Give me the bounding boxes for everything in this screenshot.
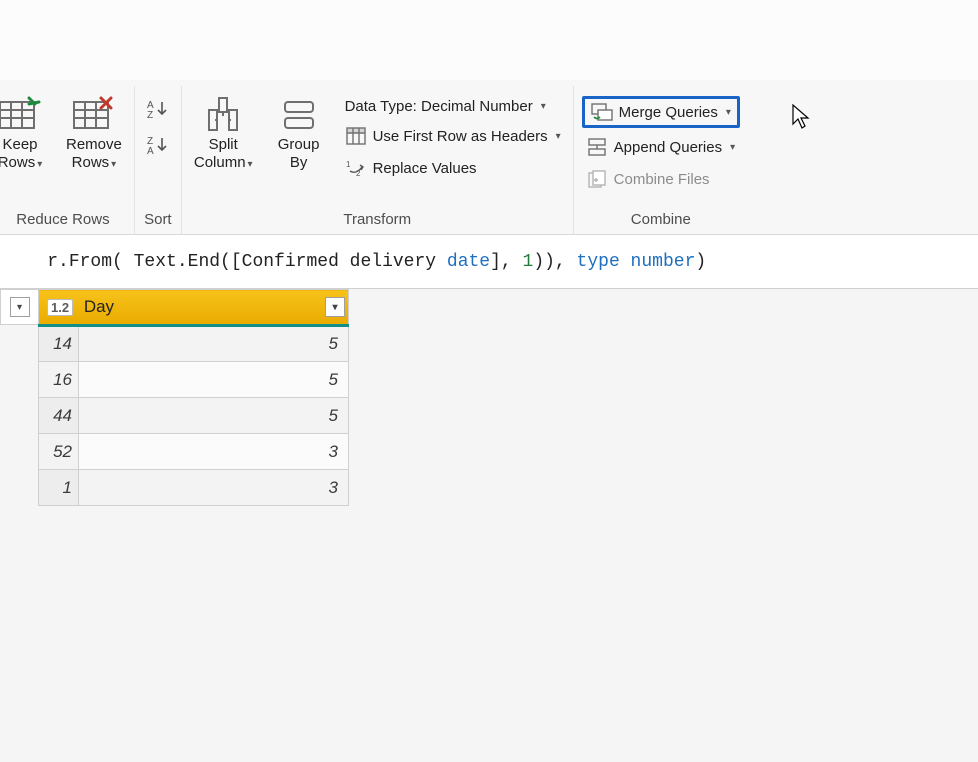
group-by-icon bbox=[277, 92, 321, 136]
row-index: 14 bbox=[39, 326, 79, 362]
data-type-button[interactable]: Data Type: Decimal Number ▾ bbox=[341, 96, 550, 117]
cell-value[interactable]: 3 bbox=[79, 434, 349, 470]
data-type-label: Data Type: Decimal Number bbox=[345, 98, 533, 115]
append-queries-label: Append Queries bbox=[614, 139, 722, 156]
row-index: 44 bbox=[39, 398, 79, 434]
merge-queries-icon bbox=[591, 101, 613, 123]
column-filter-button[interactable]: ▾ bbox=[325, 297, 345, 317]
combine-files-button: Combine Files bbox=[582, 166, 714, 192]
first-row-headers-label: Use First Row as Headers bbox=[373, 128, 548, 145]
reduce-rows-group-label: Reduce Rows bbox=[16, 207, 109, 234]
row-index: 16 bbox=[39, 362, 79, 398]
append-queries-icon bbox=[586, 136, 608, 158]
sort-asc-icon: A Z bbox=[147, 98, 169, 120]
chevron-down-icon: ▾ bbox=[726, 107, 731, 118]
group-combine: Merge Queries ▾ Append Queries ▾ bbox=[574, 86, 748, 234]
data-grid: ▾ 1.2 Day ▾ 14 5 16 5 44 5 bbox=[0, 289, 978, 506]
use-first-row-headers-button[interactable]: Use First Row as Headers ▾ bbox=[341, 123, 565, 149]
replace-values-button[interactable]: 1 2 Replace Values bbox=[341, 155, 481, 181]
chevron-down-icon: ▾ bbox=[10, 297, 30, 317]
sort-asc-button[interactable]: A Z bbox=[143, 96, 173, 122]
datatype-badge: 1.2 bbox=[47, 299, 73, 316]
table-row[interactable]: 44 5 bbox=[39, 398, 349, 434]
transform-group-label: Transform bbox=[343, 207, 411, 234]
top-spacer bbox=[0, 0, 978, 80]
split-column-label: Split Column▾ bbox=[194, 136, 253, 172]
column-name: Day bbox=[84, 297, 114, 316]
sort-group-label: Sort bbox=[144, 207, 172, 234]
column-header-day[interactable]: 1.2 Day ▾ bbox=[39, 290, 349, 326]
group-transform: Split Column▾ Group By Data Type: Decima… bbox=[182, 86, 574, 234]
remove-rows-icon bbox=[72, 92, 116, 136]
cell-value[interactable]: 5 bbox=[79, 326, 349, 362]
formula-bar[interactable]: r.From( Text.End([Confirmed delivery dat… bbox=[0, 235, 978, 289]
row-index: 52 bbox=[39, 434, 79, 470]
split-column-icon bbox=[201, 92, 245, 136]
group-reduce-rows: Keep Rows▾ Remove Rows▾ bbox=[0, 86, 135, 234]
svg-text:1: 1 bbox=[346, 160, 351, 169]
chevron-down-icon: ▾ bbox=[556, 131, 561, 142]
table-row[interactable]: 14 5 bbox=[39, 326, 349, 362]
cell-value[interactable]: 5 bbox=[79, 362, 349, 398]
append-queries-button[interactable]: Append Queries ▾ bbox=[582, 134, 739, 160]
group-sort: A Z Z A Sort bbox=[135, 86, 182, 234]
table-row[interactable]: 1 3 bbox=[39, 470, 349, 506]
combine-group-label: Combine bbox=[631, 207, 691, 234]
keep-rows-label: Keep Rows▾ bbox=[0, 136, 42, 172]
split-column-button[interactable]: Split Column▾ bbox=[190, 90, 257, 174]
sort-desc-icon: Z A bbox=[147, 134, 169, 156]
ribbon: Keep Rows▾ Remove Rows▾ bbox=[0, 80, 978, 235]
merge-queries-button[interactable]: Merge Queries ▾ bbox=[582, 96, 740, 128]
sort-desc-button[interactable]: Z A bbox=[143, 132, 173, 158]
remove-rows-label: Remove Rows▾ bbox=[66, 136, 122, 172]
keep-rows-button[interactable]: Keep Rows▾ bbox=[0, 90, 50, 174]
row-index: 1 bbox=[39, 470, 79, 506]
merge-queries-label: Merge Queries bbox=[619, 104, 718, 121]
table-row[interactable]: 52 3 bbox=[39, 434, 349, 470]
group-by-label: Group By bbox=[278, 136, 320, 172]
chevron-down-icon: ▾ bbox=[541, 101, 546, 112]
formula-text: r.From( Text.End([Confirmed delivery dat… bbox=[4, 235, 706, 289]
svg-text:A: A bbox=[147, 146, 154, 155]
combine-files-label: Combine Files bbox=[614, 171, 710, 188]
table-header-icon bbox=[345, 125, 367, 147]
replace-values-label: Replace Values bbox=[373, 160, 477, 177]
cell-value[interactable]: 3 bbox=[79, 470, 349, 506]
prev-column-filter[interactable]: ▾ bbox=[0, 289, 38, 325]
svg-text:Z: Z bbox=[147, 110, 153, 119]
replace-values-icon: 1 2 bbox=[345, 157, 367, 179]
combine-files-icon bbox=[586, 168, 608, 190]
table-row[interactable]: 16 5 bbox=[39, 362, 349, 398]
remove-rows-button[interactable]: Remove Rows▾ bbox=[62, 90, 126, 174]
cell-value[interactable]: 5 bbox=[79, 398, 349, 434]
keep-rows-icon bbox=[0, 92, 42, 136]
chevron-down-icon: ▾ bbox=[730, 142, 735, 153]
group-by-button[interactable]: Group By bbox=[269, 90, 329, 174]
